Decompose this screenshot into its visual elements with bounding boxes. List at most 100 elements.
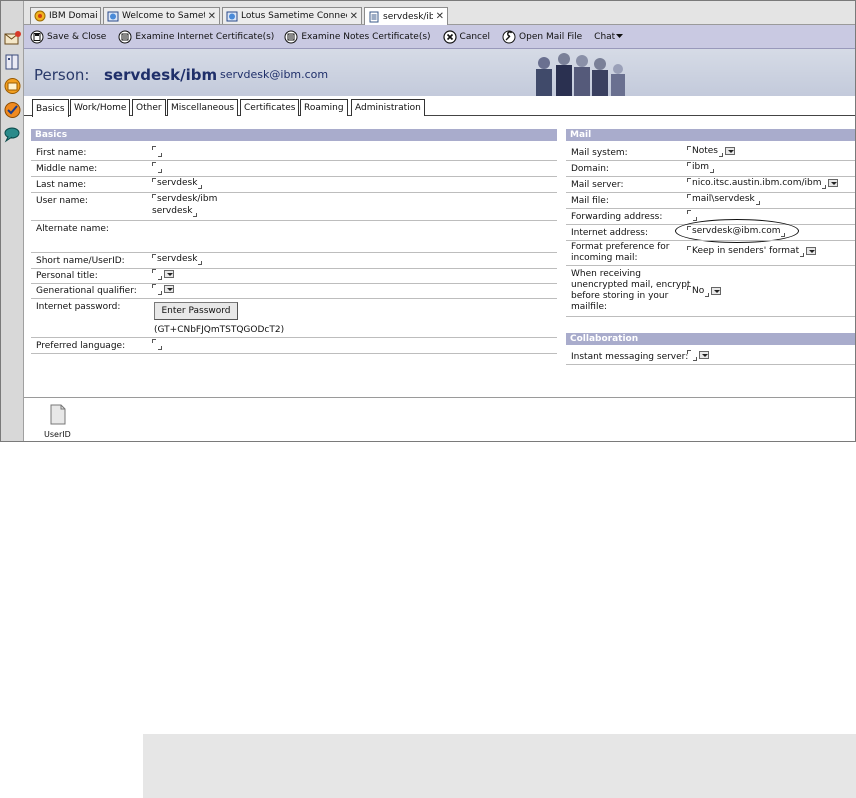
last-name-label: Last name:: [36, 180, 87, 190]
personal-title-field[interactable]: [152, 269, 174, 280]
person-header: Person: servdesk/ibm servdesk@ibm.com: [24, 49, 855, 96]
user-name-field[interactable]: servdesk/ibm: [152, 194, 217, 205]
window-tab-label: IBM Domain: [49, 11, 97, 21]
window-tab-label: Welcome to Sametime: [122, 11, 205, 21]
internet-password-label: Internet password:: [36, 302, 121, 312]
first-name-field[interactable]: [152, 146, 162, 157]
dropdown-arrow-icon[interactable]: [164, 269, 174, 278]
open-mail-file-button[interactable]: Open Mail File: [502, 30, 582, 44]
cancel-label: Cancel: [459, 31, 491, 42]
divider: [31, 283, 557, 284]
contacts-bookmark-icon[interactable]: [3, 53, 22, 71]
person-email-title: servdesk@ibm.com: [220, 68, 329, 81]
divider: [31, 192, 557, 193]
attachment-pane: UserID: [24, 397, 855, 441]
enter-password-button[interactable]: Enter Password: [154, 302, 238, 320]
file-attachment-icon[interactable]: [50, 404, 66, 425]
personal-title-label: Personal title:: [36, 271, 98, 281]
dropdown-arrow-icon[interactable]: [725, 146, 735, 155]
tab-roaming[interactable]: Roaming: [300, 99, 348, 116]
mail-server-field[interactable]: nico.itsc.austin.ibm.com/ibm: [687, 178, 839, 189]
generational-qualifier-field[interactable]: [152, 284, 174, 295]
left-bookmark-bar: [1, 1, 24, 441]
short-name-field[interactable]: servdesk: [152, 254, 203, 265]
certificate-icon: [284, 30, 298, 43]
examine-notes-certificates-button[interactable]: Examine Notes Certificate(s): [284, 30, 431, 44]
cancel-button[interactable]: Cancel: [442, 29, 491, 44]
dropdown-arrow-icon[interactable]: [164, 284, 174, 293]
preferred-language-label: Preferred language:: [36, 341, 126, 351]
dropdown-arrow-icon[interactable]: [711, 286, 722, 295]
tab-label: Other: [136, 103, 162, 113]
save-icon: [30, 30, 44, 43]
mail-system-field[interactable]: Notes: [687, 146, 735, 157]
divider: [566, 208, 855, 209]
domino-icon: [34, 10, 46, 22]
last-name-field[interactable]: servdesk: [152, 178, 203, 189]
chat-menu-button[interactable]: Chat: [594, 31, 624, 42]
attachment-label: UserID: [44, 430, 71, 439]
examine-notes-certificates-label: Examine Notes Certificate(s): [301, 31, 431, 42]
tab-other[interactable]: Other: [132, 99, 166, 116]
action-bar: Save & Close Examine Internet Certificat…: [24, 25, 855, 49]
tab-label: Roaming: [304, 103, 344, 113]
dropdown-arrow-icon[interactable]: [699, 350, 709, 359]
tab-label: Certificates: [244, 103, 296, 113]
encrypt-incoming-field[interactable]: No: [687, 286, 722, 297]
document-type-label: Person:: [34, 66, 90, 84]
domain-field[interactable]: ibm: [687, 162, 714, 173]
user-name-field-line2[interactable]: servdesk: [152, 206, 198, 217]
divider: [31, 268, 557, 269]
preferred-language-field[interactable]: [152, 339, 162, 350]
internet-address-label: Internet address:: [571, 228, 648, 238]
todo-bookmark-icon[interactable]: [3, 101, 22, 119]
sametime-chat-icon[interactable]: [3, 125, 22, 143]
divider: [566, 240, 855, 241]
form-content: Basics First name: Middle name: Last nam…: [24, 117, 855, 397]
window-tab-welcome-sametime[interactable]: Welcome to Sametime ✕: [103, 7, 220, 24]
tab-label: Basics: [36, 103, 65, 114]
mail-file-field[interactable]: mail\servdesk: [687, 194, 760, 205]
dropdown-arrow-icon[interactable]: [828, 178, 839, 187]
mail-bookmark-icon[interactable]: [3, 29, 22, 47]
tab-administration[interactable]: Administration: [351, 99, 425, 116]
mail-system-label: Mail system:: [571, 148, 628, 158]
encrypt-incoming-label: When receiving unencrypted mail, encrypt b…: [571, 269, 691, 312]
tab-certificates[interactable]: Certificates: [240, 99, 300, 116]
mail-section-header: Mail: [566, 129, 855, 141]
first-name-label: First name:: [36, 148, 87, 158]
examine-internet-certificates-button[interactable]: Examine Internet Certificate(s): [118, 30, 274, 44]
person-name-title: servdesk/ibm: [104, 66, 218, 84]
calendar-bookmark-icon[interactable]: [3, 77, 22, 95]
format-preference-label: Format preference for incoming mail:: [571, 242, 670, 263]
open-mail-file-label: Open Mail File: [519, 31, 583, 42]
dropdown-arrow-icon[interactable]: [806, 246, 817, 255]
tab-miscellaneous[interactable]: Miscellaneous: [167, 99, 239, 116]
alternate-name-label: Alternate name:: [36, 224, 109, 234]
domain-label: Domain:: [571, 164, 609, 174]
cancel-icon: [442, 29, 457, 44]
save-close-button[interactable]: Save & Close: [30, 30, 106, 44]
middle-name-field[interactable]: [152, 162, 162, 173]
format-preference-field[interactable]: Keep in senders' format: [687, 246, 817, 257]
examine-internet-certificates-label: Examine Internet Certificate(s): [135, 31, 275, 42]
window-tab-ibm-domain[interactable]: IBM Domain: [30, 7, 101, 24]
divider: [566, 364, 855, 365]
chat-label: Chat: [594, 31, 616, 42]
instant-messaging-server-field[interactable]: [687, 350, 709, 361]
tab-basics[interactable]: Basics: [32, 99, 69, 117]
close-tab-icon[interactable]: ✕: [436, 11, 444, 22]
window-tab-label: Lotus Sametime Connect - ...: [241, 11, 347, 21]
forwarding-address-field[interactable]: [687, 210, 697, 221]
close-tab-icon[interactable]: ✕: [208, 11, 216, 22]
window-tab-servdesk[interactable]: servdesk/ibm ✕: [364, 7, 448, 25]
save-close-label: Save & Close: [47, 31, 107, 42]
window-tab-lotus-sametime-connect[interactable]: Lotus Sametime Connect - ... ✕: [222, 7, 362, 24]
instant-messaging-server-label: Instant messaging server:: [571, 352, 689, 362]
close-tab-icon[interactable]: ✕: [350, 11, 358, 22]
people-banner-image: [536, 53, 625, 96]
user-name-label: User name:: [36, 196, 88, 206]
divider: [31, 220, 557, 221]
tab-work-home[interactable]: Work/Home: [70, 99, 131, 116]
mail-server-label: Mail server:: [571, 180, 624, 190]
